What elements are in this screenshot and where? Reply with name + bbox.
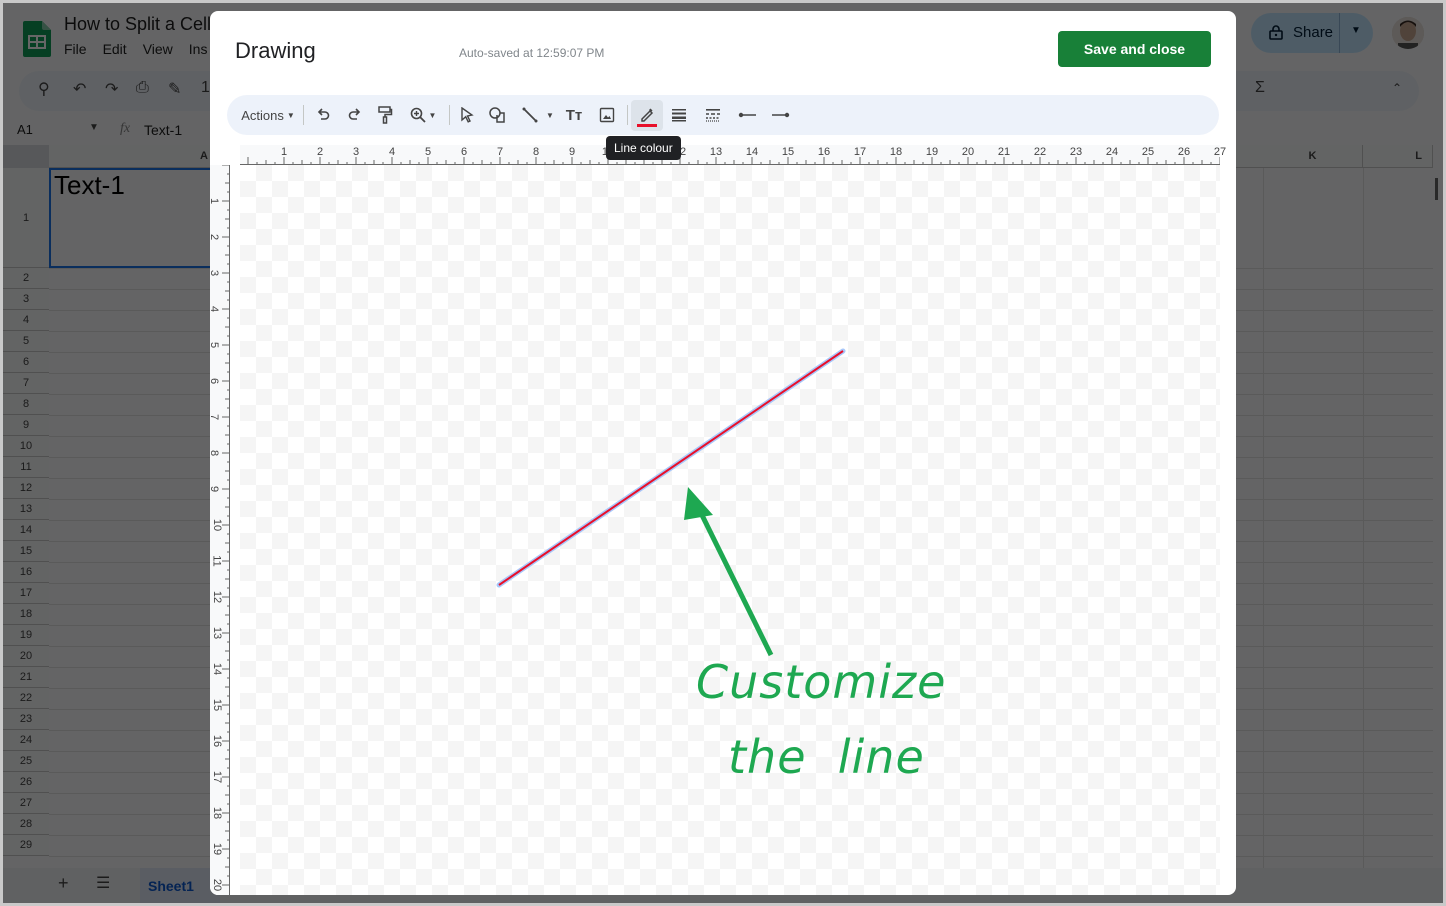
vertical-ruler: 1234567891011121314151617181920 xyxy=(210,164,230,895)
paint-format-button[interactable] xyxy=(373,101,397,129)
ruler-label: 26 xyxy=(1177,146,1191,158)
text-box-button[interactable]: Tт xyxy=(562,101,586,129)
ruler-label: 11 xyxy=(210,555,223,567)
horizontal-ruler: 1234567891011121314151617181920212223242… xyxy=(240,145,1226,165)
annotation-text-line1: Customize xyxy=(696,655,947,709)
dialog-title: Drawing xyxy=(235,38,316,63)
ruler-label: 6 xyxy=(210,378,220,384)
paint-format-icon xyxy=(378,106,393,124)
canvas-layer xyxy=(496,348,846,657)
ruler-label: 22 xyxy=(1033,146,1047,158)
pencil-icon xyxy=(637,108,657,127)
image-button[interactable] xyxy=(595,101,619,129)
drawing-toolbar: Actions ▼ ▼ ▼ Tт xyxy=(227,95,1219,135)
annotation-arrow-shaft xyxy=(695,505,774,657)
ruler-label: 6 xyxy=(460,146,468,158)
caret-down-icon: ▼ xyxy=(286,110,295,120)
zoom-in-icon xyxy=(410,107,426,123)
ruler-label: 25 xyxy=(1141,146,1155,158)
annotation-text-line2: the line xyxy=(728,730,925,784)
line-icon xyxy=(522,107,538,123)
ruler-label: 3 xyxy=(352,146,360,158)
ruler-label: 23 xyxy=(1069,146,1083,158)
ruler-label: 13 xyxy=(709,146,723,158)
divider xyxy=(627,105,628,125)
ruler-label: 20 xyxy=(211,878,224,892)
ruler-label: 20 xyxy=(961,146,975,158)
ruler-label: 2 xyxy=(210,234,220,240)
screen: How to Split a Cell File Edit View Ins ⚲… xyxy=(3,3,1443,903)
select-button[interactable] xyxy=(455,101,479,129)
shape-button[interactable] xyxy=(485,101,509,129)
caret-down-icon: ▼ xyxy=(546,110,554,120)
undo-button[interactable] xyxy=(311,101,335,129)
ruler-label: 24 xyxy=(1105,146,1119,158)
redo-icon xyxy=(348,108,361,120)
ruler-label: 1 xyxy=(210,198,220,204)
ruler-label: 8 xyxy=(210,450,220,456)
image-icon xyxy=(599,107,615,123)
ruler-label: 5 xyxy=(210,342,220,348)
ruler-label: 14 xyxy=(745,146,759,158)
ruler-label: 4 xyxy=(210,306,220,312)
shape-icon xyxy=(489,107,505,123)
divider xyxy=(449,105,450,125)
ruler-label: 4 xyxy=(388,146,396,158)
annotation-arrow-head xyxy=(684,487,713,520)
ruler-label: 15 xyxy=(211,698,224,712)
line-weight-button[interactable] xyxy=(667,101,691,129)
ruler-label: 16 xyxy=(817,146,831,158)
ruler-label: 19 xyxy=(211,842,224,856)
line-colour-swatch xyxy=(637,123,657,127)
caret-down-icon: ▼ xyxy=(428,110,437,120)
line-tool-button[interactable]: ▼ xyxy=(517,101,559,129)
redo-button[interactable] xyxy=(343,101,367,129)
line-dash-icon xyxy=(706,109,720,122)
divider xyxy=(303,105,304,125)
ruler-label: 19 xyxy=(925,146,939,158)
ruler-label: 27 xyxy=(1213,146,1227,158)
line-end-button[interactable] xyxy=(769,101,793,129)
ruler-label: 17 xyxy=(853,146,867,158)
line-end-icon xyxy=(772,112,790,118)
ruler-label: 14 xyxy=(211,662,224,676)
actions-label: Actions xyxy=(241,107,284,123)
drawn-line[interactable] xyxy=(498,350,844,586)
ruler-label: 13 xyxy=(211,626,224,640)
text-box-icon: Tт xyxy=(565,106,583,124)
ruler-label: 21 xyxy=(997,146,1011,158)
line-dash-button[interactable] xyxy=(701,101,725,129)
zoom-button[interactable]: ▼ xyxy=(405,101,441,129)
save-and-close-button[interactable]: Save and close xyxy=(1058,31,1211,67)
select-cursor-icon xyxy=(461,107,474,123)
ruler-label: 2 xyxy=(316,146,324,158)
ruler-label: 9 xyxy=(210,486,220,492)
autosave-status: Auto-saved at 12:59:07 PM xyxy=(459,46,605,60)
ruler-label: 5 xyxy=(424,146,432,158)
ruler-label: 7 xyxy=(210,414,220,420)
ruler-label: 12 xyxy=(211,590,224,604)
ruler-label: 3 xyxy=(210,270,220,276)
ruler-label: 18 xyxy=(889,146,903,158)
tooltip: Line colour xyxy=(606,136,681,160)
ruler-label: 1 xyxy=(280,146,288,158)
line-start-button[interactable] xyxy=(735,101,759,129)
undo-icon xyxy=(317,108,330,120)
ruler-label: 15 xyxy=(781,146,795,158)
drawing-canvas[interactable]: Customize the line xyxy=(240,165,1220,895)
ruler-label: 9 xyxy=(568,146,576,158)
line-colour-button[interactable] xyxy=(631,100,663,131)
ruler-label: 7 xyxy=(496,146,504,158)
ruler-label: 16 xyxy=(211,734,224,748)
ruler-label: 8 xyxy=(532,146,540,158)
actions-menu[interactable]: Actions ▼ xyxy=(239,101,297,129)
line-weight-icon xyxy=(672,109,686,122)
ruler-label: 17 xyxy=(211,770,224,784)
ruler-label: 18 xyxy=(211,806,224,820)
ruler-label: 10 xyxy=(211,518,224,532)
drawing-dialog: Drawing Auto-saved at 12:59:07 PM Save a… xyxy=(210,11,1236,895)
line-start-icon xyxy=(738,112,756,118)
